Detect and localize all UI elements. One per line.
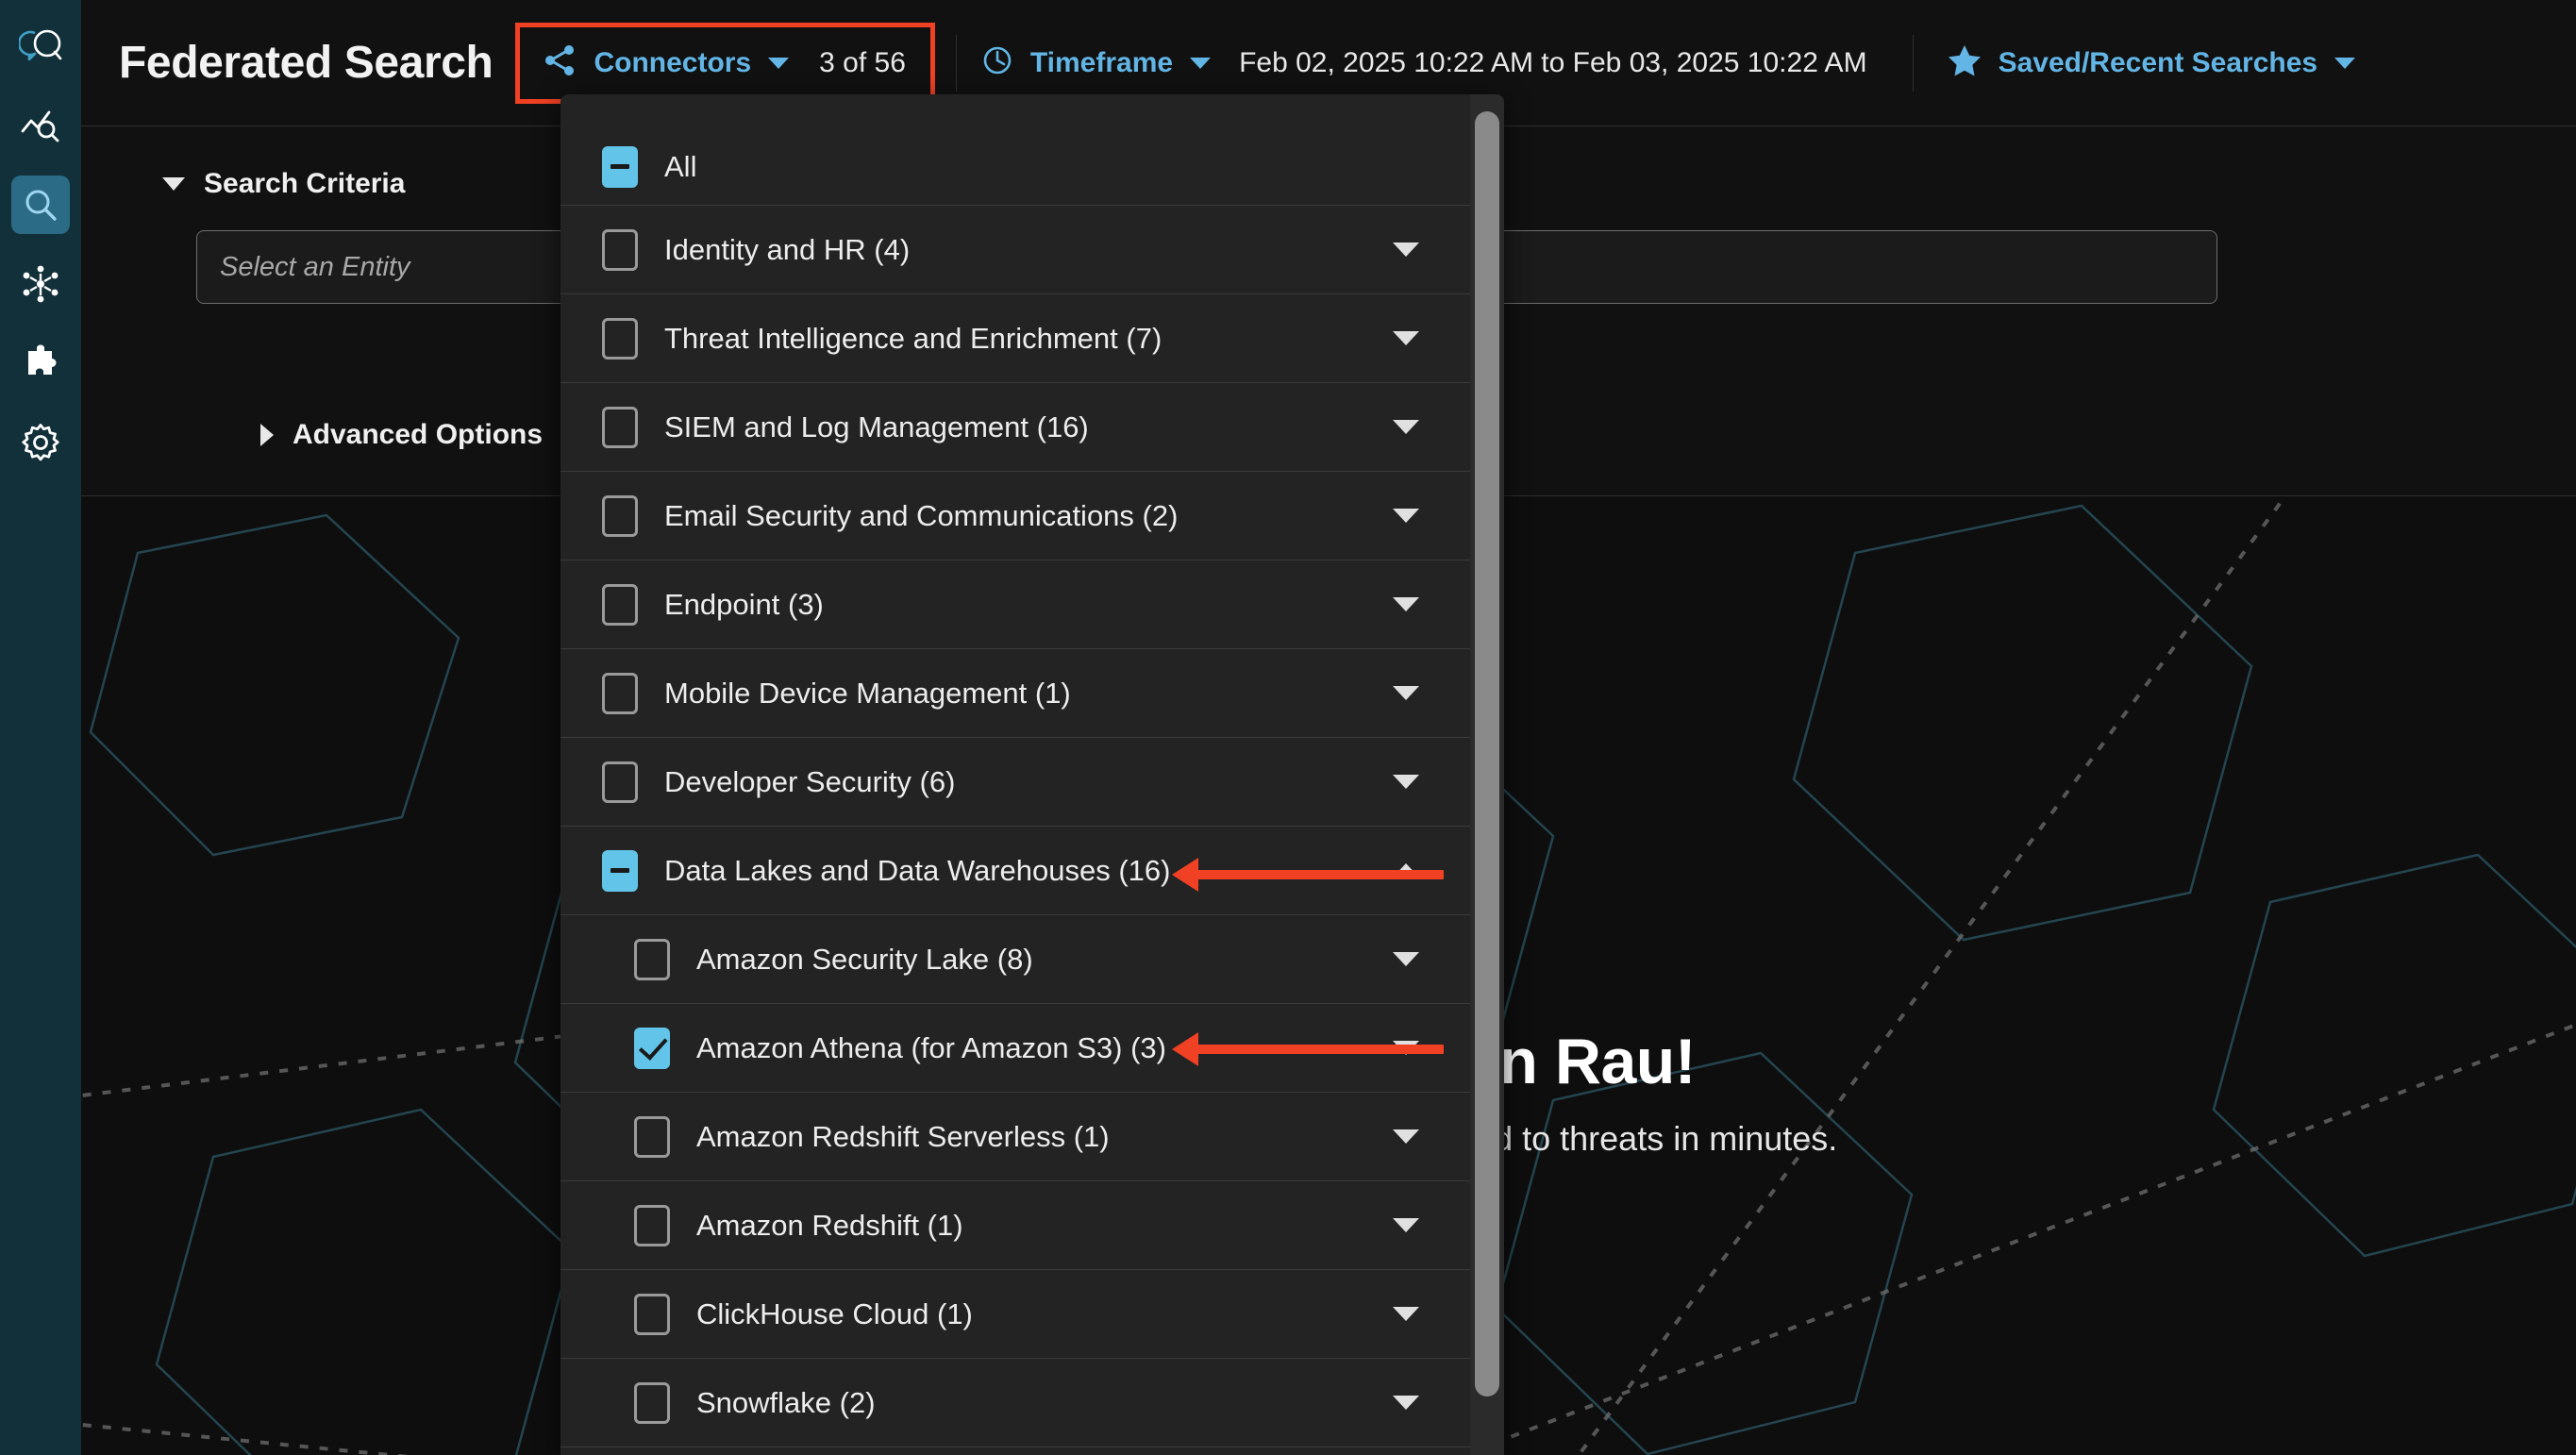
connectors-item-label: Email Security and Communications (2) [664,498,1179,532]
connectors-item[interactable]: SIEM and Log Management (16) [560,383,1504,472]
connectors-list[interactable]: All Identity and HR (4) Threat Intelligen… [560,94,1504,1455]
connectors-item[interactable]: Threat Intelligence and Enrichment (7) [560,294,1504,383]
chevron-down-icon [768,57,790,69]
left-sidebar [0,0,81,1455]
list-top-padding [560,94,1504,123]
connectors-item[interactable]: Amazon Redshift (1) [560,1181,1504,1270]
page-title: Federated Search [119,38,493,88]
saved-searches-label: Saved/Recent Searches [1998,46,2318,78]
connectors-item-label: Endpoint (3) [664,587,824,621]
search-criteria-title: Search Criteria [204,168,406,199]
sidebar-item-investigations[interactable] [11,96,70,155]
connectors-item-label: Amazon Redshift (1) [696,1208,963,1242]
chevron-down-icon[interactable] [1393,597,1419,611]
connectors-item-checkbox[interactable] [602,583,638,626]
connectors-item-checkbox[interactable] [634,1027,670,1069]
connectors-item-checkbox[interactable] [602,849,638,892]
connectors-item-all[interactable]: All [560,123,1504,206]
sidebar-item-connections[interactable] [11,255,70,313]
connectors-item-label: Amazon Athena (for Amazon S3) (3) [696,1030,1166,1064]
connectors-item-checkbox[interactable] [602,228,638,271]
connectors-item-label: SIEM and Log Management (16) [664,410,1089,443]
chevron-down-icon[interactable] [1393,1396,1419,1410]
connectors-item[interactable]: ClickHouse Cloud (1) [560,1270,1504,1359]
chevron-down-icon[interactable] [1393,509,1419,523]
chevron-down-icon[interactable] [1393,1129,1419,1144]
connectors-button[interactable]: Connectors 3 of 56 [515,22,935,104]
star-icon [1948,44,1982,81]
connectors-item-label: All [664,149,697,183]
connectors-item-checkbox[interactable] [602,672,638,714]
entity-placeholder: Select an Entity [220,251,410,282]
app-root: Federated Search Connectors 3 of 56 Time… [0,0,2576,1455]
query-logo-icon [19,27,62,65]
connectors-item-checkbox[interactable] [634,1381,670,1424]
connectors-item[interactable]: Endpoint (3) [560,560,1504,649]
connectors-item[interactable]: Developer Security (6) [560,738,1504,827]
chevron-down-icon[interactable] [1393,952,1419,966]
timeframe-label: Timeframe [1029,46,1174,78]
connectors-item-label: Threat Intelligence and Enrichment (7) [664,321,1163,355]
connectors-item-checkbox[interactable] [602,317,638,360]
divider [1912,34,1914,92]
gear-icon [21,423,60,462]
connectors-item-checkbox[interactable] [602,406,638,448]
connectors-item-checkbox[interactable] [602,761,638,803]
connectors-item[interactable]: Amazon Security Lake (8) [560,915,1504,1004]
sidebar-item-query-logo[interactable] [11,17,70,75]
chevron-down-icon[interactable] [1393,1218,1419,1232]
saved-recent-searches-button[interactable]: Saved/Recent Searches [1923,23,2381,104]
chevron-down-icon[interactable] [1393,242,1419,257]
chevron-down-icon [2334,57,2356,69]
checkbox-all[interactable] [602,145,638,188]
connectors-label: Connectors [594,46,752,78]
chevron-down-icon[interactable] [1393,775,1419,789]
puzzle-icon [21,343,60,383]
chevron-down-icon[interactable] [1393,331,1419,345]
connectors-item-label: Identity and HR (4) [664,232,911,266]
connectors-item-label: Snowflake (2) [696,1385,876,1419]
connectors-item[interactable]: Mobile Device Management (1) [560,649,1504,738]
connectors-item[interactable]: Snowflake (2) [560,1359,1504,1447]
annotation-arrow-data-lakes [1172,858,1444,892]
sidebar-item-federated-search[interactable] [11,176,70,234]
connectors-item-label: ClickHouse Cloud (1) [696,1296,973,1330]
chevron-down-icon [1190,57,1212,69]
timeframe-button[interactable]: Timeframe Feb 02, 2025 10:22 AM to Feb 0… [957,23,1892,104]
connectors-item[interactable]: Email Security and Communications (2) [560,472,1504,560]
chevron-down-icon[interactable] [1393,686,1419,700]
connectors-item-label: Mobile Device Management (1) [664,676,1071,710]
hub-network-icon [21,264,60,304]
connectors-item-label: Developer Security (6) [664,764,956,798]
connectors-item[interactable]: Identity and HR (4) [560,206,1504,294]
chevron-right-icon [260,424,274,446]
chevron-down-icon[interactable] [1393,420,1419,434]
connectors-item[interactable]: Amazon Redshift Serverless (1) [560,1093,1504,1181]
search-icon [22,186,59,224]
connectors-item-checkbox[interactable] [634,1115,670,1158]
connectors-item-checkbox[interactable] [634,1293,670,1335]
sidebar-item-settings[interactable] [11,413,70,472]
annotation-arrow-athena [1172,1032,1444,1066]
connectors-count: 3 of 56 [819,46,906,78]
sidebar-item-integrations[interactable] [11,334,70,393]
connectors-item-label: Amazon Security Lake (8) [696,942,1033,976]
connectors-item-label: Amazon Redshift Serverless (1) [696,1119,1110,1153]
chevron-down-icon [162,177,185,191]
chevron-down-icon[interactable] [1393,1307,1419,1321]
connectors-item-label: Data Lakes and Data Warehouses (16) [664,853,1171,887]
advanced-options-label: Advanced Options [293,419,544,450]
share-nodes-icon [544,44,577,81]
timeframe-value: Feb 02, 2025 10:22 AM to Feb 03, 2025 10… [1239,46,1867,78]
connectors-dropdown-panel: All Identity and HR (4) Threat Intelligen… [560,94,1504,1455]
clock-icon [981,44,1013,81]
connectors-item-checkbox[interactable] [634,938,670,980]
connectors-item-checkbox[interactable] [602,494,638,537]
analytics-search-icon [20,107,61,144]
dropdown-scrollbar-thumb[interactable] [1475,111,1499,1396]
connectors-item-checkbox[interactable] [634,1204,670,1246]
